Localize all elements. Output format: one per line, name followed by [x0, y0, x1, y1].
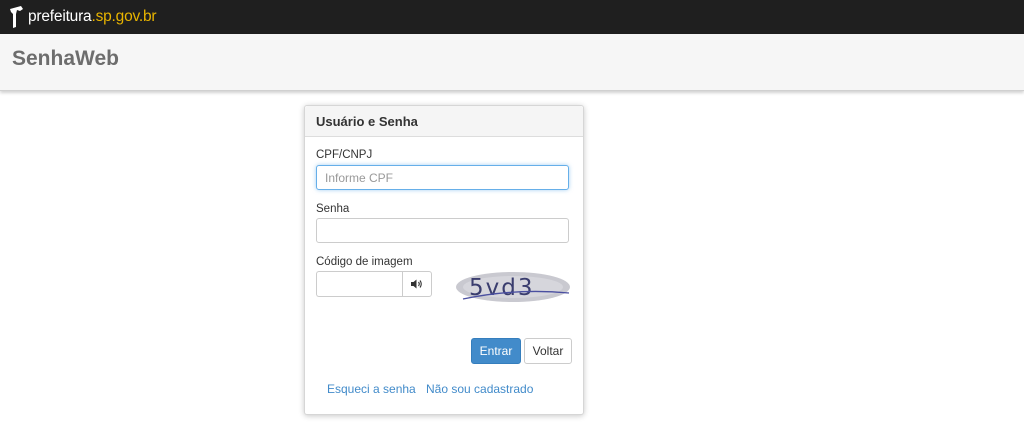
logo-domain: .sp.gov.br: [91, 8, 157, 25]
back-button[interactable]: Voltar: [524, 338, 572, 364]
cpf-label: CPF/CNPJ: [316, 149, 373, 161]
password-input[interactable]: [316, 218, 569, 243]
city-logo-icon: [10, 6, 23, 28]
panel-title: Usuário e Senha: [316, 114, 418, 129]
captcha-text: 5vd3: [469, 275, 534, 301]
logo-prefix: prefeitura: [28, 8, 92, 25]
captcha-input[interactable]: [316, 271, 402, 297]
speaker-icon: [411, 279, 422, 289]
captcha-image: 5vd3: [456, 272, 570, 302]
captcha-audio-button[interactable]: [402, 271, 432, 297]
cpf-input[interactable]: [316, 165, 569, 190]
submit-button[interactable]: Entrar: [471, 338, 521, 364]
captcha-input-group: [316, 271, 432, 297]
captcha-label: Código de imagem: [316, 256, 413, 268]
login-panel: Usuário e Senha CPF/CNPJ Senha Código de…: [304, 105, 584, 415]
app-header: SenhaWeb: [0, 34, 1024, 91]
panel-heading: Usuário e Senha: [305, 106, 583, 137]
logo-text: prefeitura.sp.gov.br: [28, 8, 157, 26]
app-title: SenhaWeb: [12, 47, 119, 70]
top-bar: prefeitura.sp.gov.br: [0, 0, 1024, 34]
forgot-password-link[interactable]: Esqueci a senha: [327, 382, 416, 396]
prefeitura-logo[interactable]: prefeitura.sp.gov.br: [8, 4, 157, 30]
register-link[interactable]: Não sou cadastrado: [426, 382, 533, 396]
password-label: Senha: [316, 203, 350, 215]
